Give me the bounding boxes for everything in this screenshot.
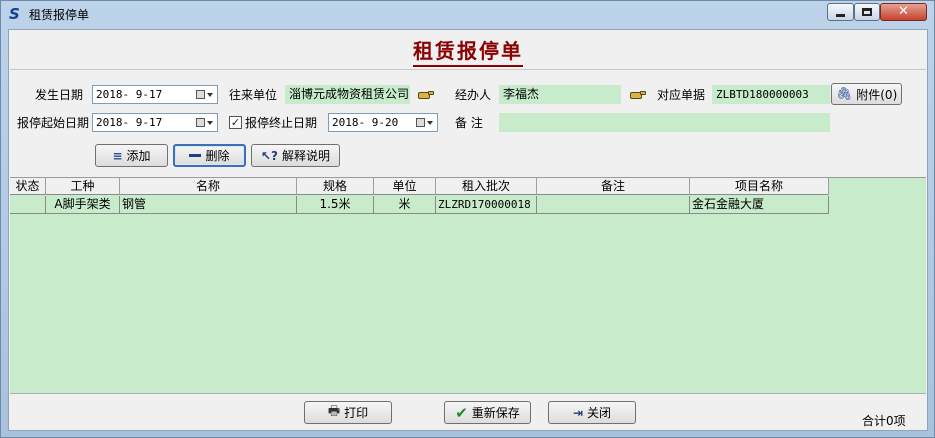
stop-start-date-label: 报停起始日期 [17,116,90,130]
delete-button-label: 删除 [205,149,230,163]
cell-spec[interactable]: 1.5米 [297,196,374,214]
table-row[interactable]: A脚手架类 钢管 1.5米 米 ZLZRD170000018 金石金融大厦 [10,196,829,214]
attachment-button-label: 附件(0) [856,87,898,102]
delete-button[interactable]: 删除 [173,144,246,167]
remark-field[interactable] [499,113,830,132]
grid-col-name[interactable]: 名称 [120,178,297,195]
help-pointer-icon: ↖? [260,148,278,163]
title-bar[interactable]: S 租赁报停单 ✕ [1,1,934,27]
detail-grid[interactable]: 状态 工种 名称 规格 单位 租入批次 备注 项目名称 A脚手架类 钢管 1.5… [10,177,926,393]
window-title: 租赁报停单 [29,8,90,22]
pointing-hand-icon[interactable] [630,89,646,101]
stop-end-date-value: 2018- 9-20 [332,116,399,129]
print-button[interactable]: 🖶 打印 [304,401,392,424]
printer-icon: 🖶 [327,403,341,419]
add-row-icon: ≡ [112,148,123,163]
grid-col-worktype[interactable]: 工种 [46,178,120,195]
minimize-button[interactable] [827,3,854,21]
calendar-icon [415,118,425,127]
maximize-button[interactable] [854,3,880,21]
ref-doc-field[interactable]: ZLBTD180000003 [712,85,830,104]
cell-batch[interactable]: ZLZRD170000018 [436,196,537,214]
attachment-button[interactable]: 🖇 附件(0) [831,83,902,105]
cell-unit[interactable]: 米 [374,196,436,214]
explain-button[interactable]: ↖? 解释说明 [251,144,340,167]
cell-project[interactable]: 金石金融大厦 [690,196,829,214]
paperclip-icon: 🖇 [835,86,853,102]
chevron-down-icon [206,120,213,125]
cell-worktype[interactable]: A脚手架类 [46,196,120,214]
ref-doc-label: 对应单据 [657,88,706,102]
cell-name[interactable]: 钢管 [120,196,297,214]
handler-label: 经办人 [455,88,492,102]
handler-field[interactable]: 李福杰 [499,85,621,104]
grid-col-status[interactable]: 状态 [10,178,46,195]
occur-date-label: 发生日期 [35,88,84,102]
form-header: 租赁报停单 [10,32,926,70]
print-button-label: 打印 [344,406,369,420]
stop-start-date-value: 2018- 9-17 [96,116,163,129]
bottom-toolbar: 🖶 打印 ✔ 重新保存 ⇥ 关闭 合计0项 [10,393,926,430]
stop-end-date-dropdown[interactable] [412,115,436,130]
app-s-logo-icon: S [9,5,20,23]
grid-col-batch[interactable]: 租入批次 [436,178,537,195]
occur-date-picker[interactable]: 2018- 9-17 [92,85,218,104]
maximize-icon [862,8,872,16]
calendar-icon [195,118,205,127]
resave-button-label: 重新保存 [471,406,520,420]
cell-status[interactable] [10,196,46,214]
calendar-icon [195,90,205,99]
minimize-icon [836,13,845,17]
pointing-hand-icon[interactable] [418,89,434,101]
stop-start-date-dropdown[interactable] [192,115,216,130]
partner-field[interactable]: 淄博元成物资租赁公司 [285,85,410,104]
occur-date-dropdown[interactable] [192,87,216,102]
occur-date-value: 2018- 9-17 [96,88,163,101]
stop-end-date-checkbox[interactable]: ✓ [229,116,242,129]
close-window-button[interactable]: ✕ [880,3,927,21]
close-button[interactable]: ⇥ 关闭 [548,401,636,424]
add-button[interactable]: ≡ 添加 [95,144,168,167]
grid-col-remark[interactable]: 备注 [537,178,690,195]
grid-col-project[interactable]: 项目名称 [690,178,829,195]
close-button-label: 关闭 [587,406,612,420]
form-title: 租赁报停单 [413,35,523,67]
explain-button-label: 解释说明 [282,149,331,163]
client-area: 租赁报停单 发生日期 2018- 9-17 往来单位 淄博元成物资租赁公司 经办… [8,29,928,431]
cell-remark[interactable] [537,196,690,214]
close-icon: ✕ [898,4,909,19]
partner-value: 淄博元成物资租赁公司 [289,87,410,101]
stop-start-date-picker[interactable]: 2018- 9-17 [92,113,218,132]
add-button-label: 添加 [126,149,151,163]
grid-col-unit[interactable]: 单位 [374,178,436,195]
chevron-down-icon [426,120,433,125]
stop-end-date-label: 报停终止日期 [245,116,318,130]
resave-button[interactable]: ✔ 重新保存 [444,401,531,424]
checkmark-icon: ✔ [455,403,468,422]
minus-icon [189,154,202,157]
chevron-down-icon [206,92,213,97]
grid-header: 状态 工种 名称 规格 单位 租入批次 备注 项目名称 [10,178,829,195]
partner-label: 往来单位 [229,88,278,102]
ref-doc-value: ZLBTD180000003 [716,88,809,101]
stop-end-date-picker[interactable]: 2018- 9-20 [328,113,438,132]
app-window: S 租赁报停单 ✕ 租赁报停单 发生日期 2018- 9-17 往来单位 淄博元… [0,0,935,438]
remark-label: 备 注 [455,116,483,130]
total-count: 合计0项 [862,414,906,428]
exit-door-icon: ⇥ [572,405,584,420]
handler-value: 李福杰 [503,87,540,101]
grid-col-spec[interactable]: 规格 [297,178,374,195]
